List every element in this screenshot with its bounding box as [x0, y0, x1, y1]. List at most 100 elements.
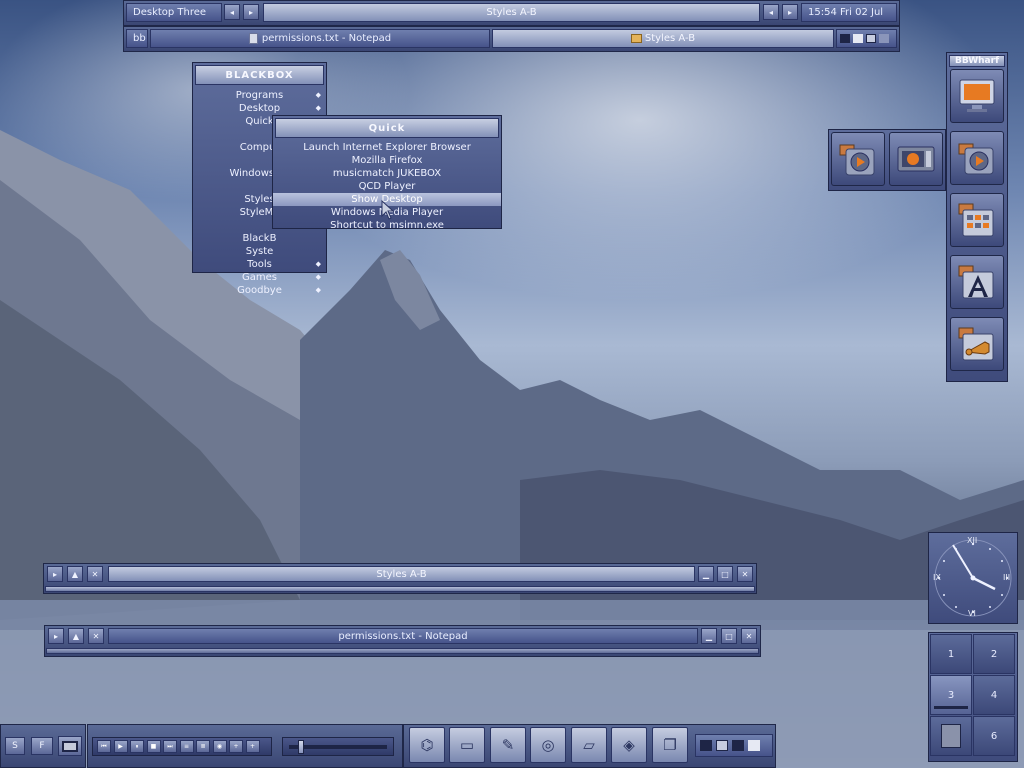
- tray-speaker-icon[interactable]: [732, 740, 744, 751]
- prev-workspace-button[interactable]: ◂: [224, 4, 240, 20]
- task-notepad[interactable]: permissions.txt - Notepad: [150, 29, 490, 48]
- quick-menu-item[interactable]: Mozilla Firefox: [273, 154, 501, 167]
- next-workspace-button[interactable]: ▸: [243, 4, 259, 20]
- media-control-button[interactable]: ▶: [113, 740, 128, 753]
- volume-knob[interactable]: [297, 740, 304, 754]
- wharf-music[interactable]: [950, 317, 1004, 371]
- pager-desktop-1[interactable]: 1: [930, 634, 972, 674]
- clock-numeral-left: IX: [933, 573, 941, 582]
- fonts-icon: [958, 265, 994, 299]
- root-menu-item[interactable]: Games ◆: [193, 271, 326, 284]
- mouse-cursor-icon: [381, 200, 395, 220]
- analog-clock: XII III VI IX: [928, 532, 1018, 624]
- tray-app-icon[interactable]: [879, 34, 889, 43]
- bottom-button-f[interactable]: F: [31, 737, 53, 755]
- styles-window-minimize-button[interactable]: ▁: [698, 566, 714, 582]
- media-control-button[interactable]: +: [245, 740, 260, 753]
- tray-icons[interactable]: [836, 29, 897, 48]
- media-control-button[interactable]: ⏭: [163, 740, 177, 753]
- notepad-window-title[interactable]: permissions.txt - Notepad: [108, 628, 698, 644]
- launch-folder[interactable]: ▱: [571, 727, 607, 763]
- wharf-monitor[interactable]: [950, 69, 1004, 123]
- media-control-button[interactable]: ≣: [196, 740, 210, 753]
- show-desktop-button[interactable]: [58, 736, 82, 756]
- launch-mycomputer[interactable]: ⌬: [409, 727, 445, 763]
- monitor-icon: [959, 79, 995, 112]
- quick-menu-item[interactable]: QCD Player: [273, 180, 501, 193]
- notepad-window-shade-button[interactable]: ▲: [68, 628, 84, 644]
- media-control-button[interactable]: ■: [146, 740, 161, 753]
- styles-window-handle[interactable]: [45, 586, 755, 592]
- notepad-window-maximize-button[interactable]: □: [721, 628, 737, 644]
- styles-window-close-button[interactable]: ✕: [737, 566, 753, 582]
- tools-icon: ✎: [501, 736, 515, 754]
- root-menu-item[interactable]: Desktop ◆: [193, 102, 326, 115]
- computer-icon: ⌬: [420, 736, 434, 754]
- wharf-media[interactable]: [950, 131, 1004, 185]
- float-media-tile[interactable]: [831, 132, 885, 186]
- wharf-fonts[interactable]: [950, 255, 1004, 309]
- bottom-button-s[interactable]: S: [5, 737, 25, 755]
- film-reel-icon: ◎: [541, 736, 555, 754]
- tray-speaker-icon[interactable]: [853, 34, 863, 43]
- task-styles[interactable]: Styles A-B: [492, 29, 834, 48]
- quick-menu-item[interactable]: Shortcut to msimn.exe: [273, 219, 501, 232]
- notepad-window-close-button[interactable]: ✕: [741, 628, 757, 644]
- root-menu-item[interactable]: Programs ◆: [193, 89, 326, 102]
- styles-window-title[interactable]: Styles A-B: [108, 566, 695, 582]
- submenu-arrow-icon: ◆: [315, 91, 321, 99]
- notepad-window-menu-button[interactable]: ▸: [48, 628, 64, 644]
- bb-label[interactable]: bb: [126, 29, 148, 48]
- bottom-tray[interactable]: [695, 734, 773, 757]
- media-control-button[interactable]: ⏸: [130, 740, 144, 753]
- root-menu-item-label: Programs: [235, 90, 284, 101]
- tray-network-icon[interactable]: [700, 740, 712, 751]
- tray-app-icon[interactable]: [748, 740, 760, 751]
- root-menu-item[interactable]: BlackB: [193, 232, 326, 245]
- clock-numeral-top: XII: [967, 536, 978, 545]
- root-menu-item-label: Quick: [245, 116, 274, 127]
- media-control-button[interactable]: ◉: [212, 740, 227, 753]
- styles-window-shade-button[interactable]: ▲: [67, 566, 83, 582]
- prev-window-button[interactable]: ◂: [763, 4, 779, 20]
- volume-slider[interactable]: [282, 737, 394, 756]
- workspace-label[interactable]: Desktop Three: [126, 3, 222, 22]
- tray-monitor-icon[interactable]: [866, 34, 876, 43]
- next-window-button[interactable]: ▸: [782, 4, 798, 20]
- launch-media[interactable]: ◎: [530, 727, 566, 763]
- root-menu-item-label: Goodbye: [237, 285, 282, 296]
- task-styles-label: Styles A-B: [644, 33, 696, 44]
- notepad-window-minimize-button[interactable]: ▁: [701, 628, 717, 644]
- tray-network-icon[interactable]: [840, 34, 850, 43]
- music-icon: [958, 327, 994, 361]
- root-menu-item[interactable]: Tools ◆: [193, 258, 326, 271]
- launch-network[interactable]: ◈: [611, 727, 647, 763]
- launch-tools[interactable]: ✎: [490, 727, 526, 763]
- launch-documents[interactable]: ❐: [652, 727, 688, 763]
- pager-desktop-2[interactable]: 2: [973, 634, 1015, 674]
- styles-window-menu-button[interactable]: ▸: [47, 566, 63, 582]
- pager-desktop-4[interactable]: 4: [973, 675, 1015, 715]
- notepad-window-handle[interactable]: [46, 648, 759, 654]
- styles-window-maximize-button[interactable]: □: [717, 566, 733, 582]
- media-control-button[interactable]: +: [229, 740, 243, 753]
- media-control-button[interactable]: ≡: [179, 740, 194, 753]
- styles-window-sticky-button[interactable]: ✕: [87, 566, 103, 582]
- media-control-button[interactable]: ⏮: [97, 740, 111, 753]
- notepad-window-sticky-button[interactable]: ✕: [88, 628, 104, 644]
- pager-desktop-3[interactable]: 3: [930, 675, 972, 715]
- float-player-tile[interactable]: [889, 132, 943, 186]
- wharf-control-panel[interactable]: [950, 193, 1004, 247]
- window-label[interactable]: Styles A-B: [263, 3, 760, 22]
- pager-desktop-5[interactable]: [930, 716, 972, 756]
- pager-desktop-6[interactable]: 6: [973, 716, 1015, 756]
- quick-menu-item[interactable]: musicmatch JUKEBOX: [273, 167, 501, 180]
- launch-drive[interactable]: ▭: [449, 727, 485, 763]
- root-menu-item[interactable]: Goodbye ◆: [193, 284, 326, 297]
- quick-menu-item[interactable]: Launch Internet Explorer Browser: [273, 141, 501, 154]
- submenu-arrow-icon: ◆: [315, 260, 321, 268]
- folder-icon: ▱: [583, 736, 595, 754]
- root-menu-item-label: BlackB: [242, 233, 277, 244]
- root-menu-item[interactable]: Syste: [193, 245, 326, 258]
- tray-monitor-icon[interactable]: [716, 740, 728, 751]
